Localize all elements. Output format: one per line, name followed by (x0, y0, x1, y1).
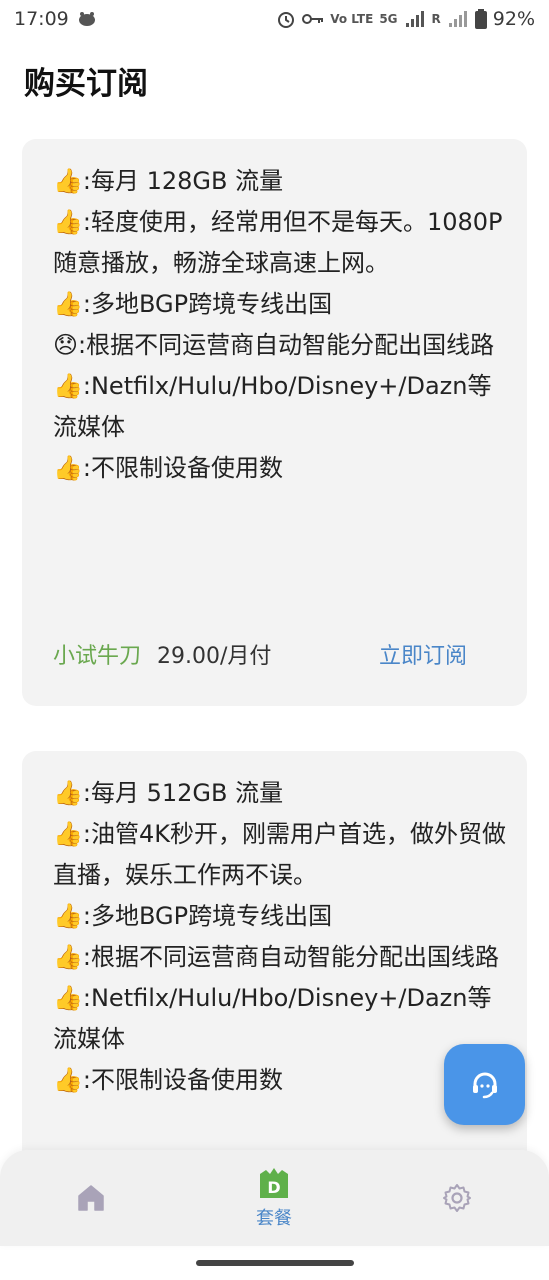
thumbs-up-icon: 👍 (53, 208, 83, 236)
thumbs-up-icon: 👍 (53, 290, 83, 318)
battery-percent: 92% (492, 8, 535, 30)
feature-item: 👍:每月 512GB 流量 (53, 773, 507, 814)
feature-text: :Netfilx/Hulu/Hbo/Disney+/Dazn等流媒体 (53, 372, 492, 441)
gear-icon (443, 1184, 471, 1212)
feature-item: 👍:多地BGP跨境专线出国 (53, 896, 507, 937)
feature-item: 👍:不限制设备使用数 (53, 1060, 507, 1101)
disappointed-face-icon: 😞 (53, 331, 79, 359)
volte-indicator: Vo LTE (330, 12, 374, 26)
feature-text: :不限制设备使用数 (82, 1066, 283, 1094)
thumbs-up-icon: 👍 (53, 779, 83, 807)
status-right: Vo LTE 5G R 92% (276, 8, 535, 30)
thumbs-up-icon: 👍 (53, 454, 83, 482)
feature-item: 👍:每月 128GB 流量 (53, 161, 507, 202)
thumbs-up-icon: 👍 (53, 943, 83, 971)
feature-item: 👍:Netfilx/Hulu/Hbo/Disney+/Dazn等流媒体 (53, 978, 507, 1060)
status-bar: 17:09 Vo LTE 5G R 92% (0, 0, 549, 38)
plan-name: 小试牛刀 (53, 644, 142, 669)
feature-text: :根据不同运营商自动智能分配出国线路 (78, 331, 495, 359)
plan-footer: 小试牛刀 29.00/月付 立即订阅 (53, 638, 467, 670)
plan-price: 29.00/月付 (157, 644, 272, 669)
feature-text: :Netfilx/Hulu/Hbo/Disney+/Dazn等流媒体 (53, 984, 492, 1053)
feature-item: 😞:根据不同运营商自动智能分配出国线路 (53, 325, 507, 366)
feature-text: :油管4K秒开，刚需用户首选，做外贸做直播，娱乐工作两不误。 (53, 820, 506, 889)
feature-item: 👍:Netfilx/Hulu/Hbo/Disney+/Dazn等流媒体 (53, 366, 507, 448)
feature-text: :轻度使用，经常用但不是每天。1080P随意播放，畅游全球高速上网。 (53, 208, 503, 277)
feature-item: 👍:油管4K秒开，刚需用户首选，做外贸做直播，娱乐工作两不误。 (53, 814, 507, 896)
signal-2-icon (447, 10, 469, 28)
thumbs-up-icon: 👍 (53, 1066, 83, 1094)
alarm-icon (276, 9, 296, 29)
nav-home[interactable] (66, 1150, 116, 1246)
feature-item: 👍:根据不同运营商自动智能分配出国线路 (53, 937, 507, 978)
feature-text: :不限制设备使用数 (82, 454, 283, 482)
feature-text: :多地BGP跨境专线出国 (82, 902, 333, 930)
signal-icon (404, 10, 426, 28)
feature-item: 👍:多地BGP跨境专线出国 (53, 284, 507, 325)
feature-text: :每月 512GB 流量 (82, 779, 284, 807)
roaming-indicator: R (431, 12, 441, 26)
svg-text:D: D (267, 1178, 280, 1197)
home-indicator[interactable] (196, 1260, 354, 1266)
feature-text: :根据不同运营商自动智能分配出国线路 (82, 943, 499, 971)
status-left: 17:09 (14, 8, 97, 30)
status-time: 17:09 (14, 8, 69, 30)
network-type: 5G (379, 12, 398, 26)
thumbs-up-icon: 👍 (53, 167, 83, 195)
home-icon (78, 1185, 104, 1211)
customer-service-button[interactable] (444, 1044, 525, 1125)
notification-app-icon (77, 11, 97, 27)
thumbs-up-icon: 👍 (53, 902, 83, 930)
feature-text: :多地BGP跨境专线出国 (82, 290, 333, 318)
key-icon (302, 12, 324, 26)
feature-text: :每月 128GB 流量 (82, 167, 284, 195)
thumbs-up-icon: 👍 (53, 372, 83, 400)
thumbs-up-icon: 👍 (53, 984, 83, 1012)
feature-item: 👍:轻度使用，经常用但不是每天。1080P随意播放，畅游全球高速上网。 (53, 202, 507, 284)
feature-item: 👍:不限制设备使用数 (53, 448, 507, 489)
subscribe-button[interactable]: 立即订阅 (379, 638, 467, 670)
nav-packages[interactable]: D 套餐 (244, 1150, 304, 1246)
nav-packages-label: 套餐 (256, 1208, 292, 1229)
support-agent-icon (472, 1072, 497, 1098)
package-icon: D (260, 1168, 288, 1198)
plan-card: 👍:每月 128GB 流量 👍:轻度使用，经常用但不是每天。1080P随意播放，… (22, 139, 527, 706)
thumbs-up-icon: 👍 (53, 820, 83, 848)
bottom-nav: D 套餐 (0, 1150, 549, 1246)
nav-settings[interactable] (432, 1150, 482, 1246)
page-title: 购买订阅 (24, 66, 148, 102)
battery-icon (474, 9, 487, 29)
